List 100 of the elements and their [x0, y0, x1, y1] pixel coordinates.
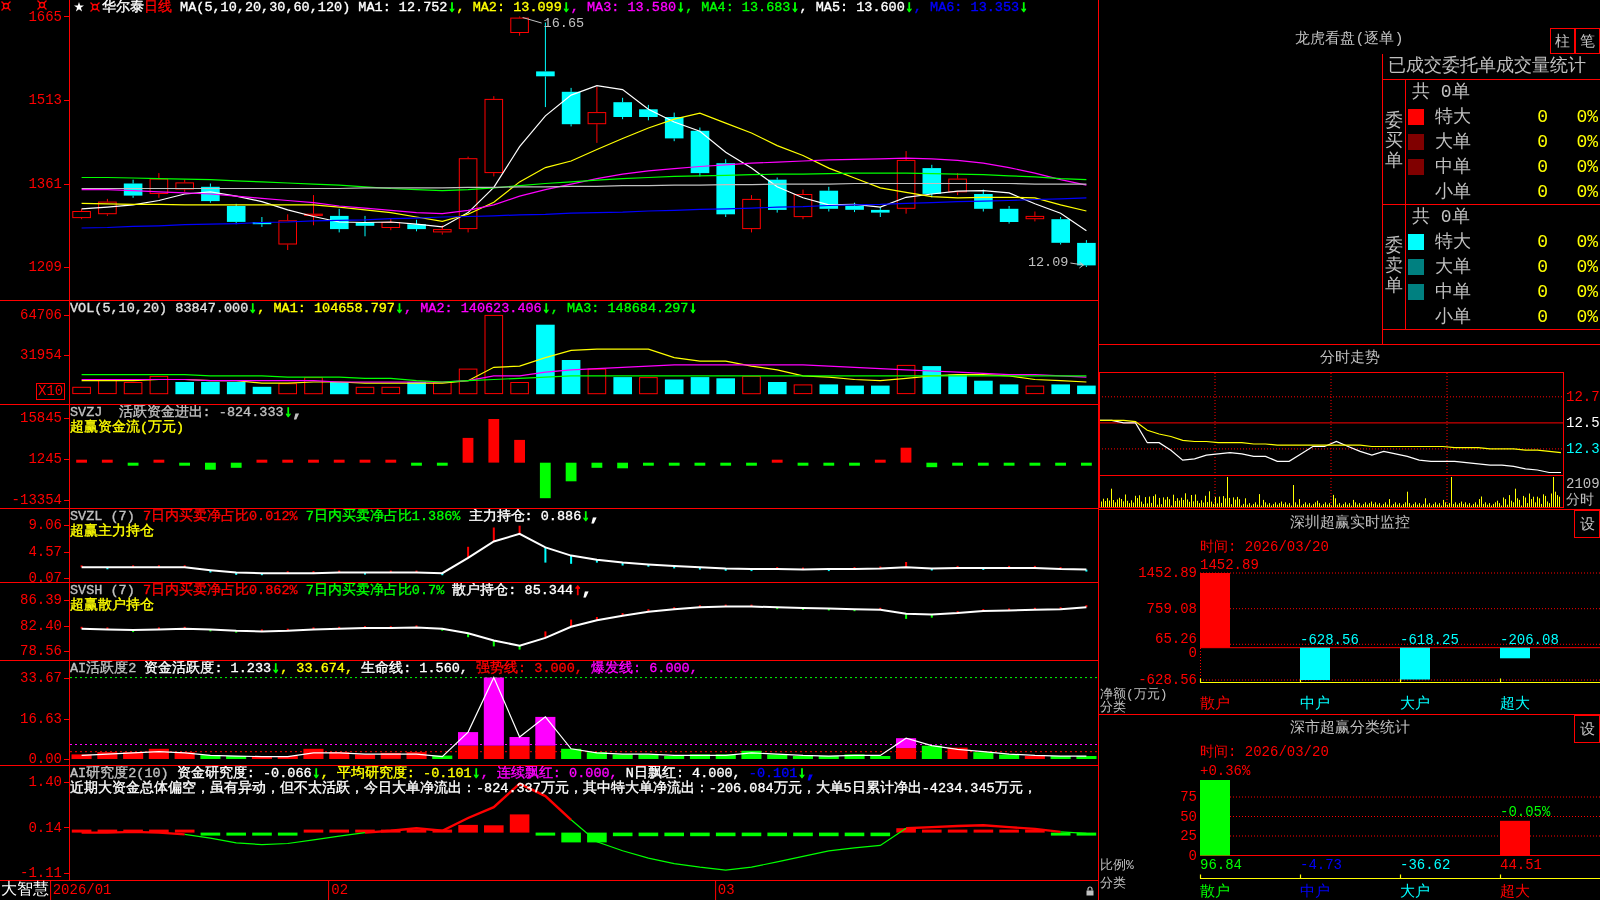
axis-label: 0.07 [28, 571, 62, 585]
value-label: 44.51 [1500, 858, 1542, 872]
date-label: 03 [714, 881, 737, 900]
legend-text: 强势线: 3.000, [475, 661, 583, 676]
unit-label: X10 [36, 383, 66, 400]
legend-text: , MA2: 13.099 [456, 0, 562, 15]
legend-text: ↓ [561, 0, 571, 16]
category-label: 中户 [1300, 697, 1330, 712]
panel-title: 分时走势 [1319, 349, 1380, 368]
legend-text: SVZL (7) [70, 509, 136, 524]
axis-caption: 分时 [1566, 493, 1594, 507]
indicator-title: 超赢主力持仓 [70, 524, 154, 539]
legend-text: VOL(5,10,20) 83847.000 [70, 301, 249, 316]
legend-text: SVSH (7) [70, 583, 136, 598]
axis-label: 78.56 [20, 644, 62, 659]
legend-text: , MA3: 148684.297 [550, 301, 689, 316]
axis-label: 0.00 [28, 752, 62, 766]
order-type: 中单 [1435, 156, 1471, 177]
legend-text: SVZJ 活跃资金进出: -824.333 [70, 405, 284, 420]
axis-label: 25 [1180, 829, 1197, 843]
change-label: +0.36% [1200, 764, 1251, 778]
order-share: 0% [1576, 106, 1598, 127]
order-total: 共 0单 [1412, 82, 1470, 102]
axis-caption: 净额(万元) [1100, 688, 1168, 701]
date-label: 2026/01 [49, 881, 114, 900]
legend-text: ↓ [283, 405, 293, 421]
legend-text: , MA1: 104658.797 [257, 301, 395, 316]
axis-label: 1452.89 [1138, 566, 1197, 580]
legend-text: ↓ [676, 0, 686, 16]
legend-text: ↓ [271, 661, 281, 677]
legend-text: , 33.674, [280, 661, 354, 676]
order-count: 0 [1537, 131, 1548, 152]
axis-label: 1209 [28, 260, 62, 274]
date-label: 02 [328, 881, 351, 900]
order-count: 0 [1537, 106, 1548, 127]
category-label: 散户 [1200, 697, 1230, 712]
legend-text: ↓ [471, 766, 481, 782]
legend-text: ↓ [541, 301, 551, 317]
value-label: -618.25 [1400, 632, 1459, 647]
legend-text: AI研究度2(10) [70, 766, 169, 781]
axis-label: 759.08 [1146, 601, 1197, 616]
order-type: 小单 [1435, 181, 1471, 202]
price-annotation: 12.09 [1027, 256, 1069, 270]
legend-text: , MA2: 140623.406 [404, 301, 542, 316]
order-total: 共 0单 [1412, 207, 1470, 227]
axis-label: 12.7 [1566, 389, 1600, 404]
category-label: 大户 [1400, 885, 1430, 900]
value-label: -628.56 [1300, 632, 1359, 647]
category-label: 散户 [1200, 885, 1230, 900]
indicator-title: 超赢资金流(万元) [70, 420, 185, 435]
axis-label: 1665 [28, 9, 62, 24]
axis-label: 64706 [20, 308, 62, 323]
legend-text: ↓ [1019, 0, 1029, 16]
legend-text: ↓ [447, 0, 457, 16]
panel-title: 龙虎看盘(逐单) [1295, 31, 1404, 49]
order-count: 0 [1537, 181, 1548, 202]
legend-text: ↑ [573, 583, 583, 599]
axis-caption: 分类 [1100, 701, 1126, 714]
axis-label: 50 [1180, 809, 1197, 824]
axis-label: 1.40 [28, 774, 62, 789]
stats-title: 已成交委托单成交量统计 [1388, 56, 1586, 76]
axis-caption: 分类 [1100, 877, 1126, 890]
legend-text: 爆发线: 6.000, [590, 661, 698, 676]
order-share: 0% [1576, 281, 1598, 302]
category-label: 中户 [1300, 885, 1330, 900]
legend-text: 日线 [144, 0, 172, 15]
legend-text: , [582, 583, 592, 599]
axis-label: 2109 [1566, 477, 1600, 491]
side-label: 委卖单 [1385, 237, 1403, 297]
legend-text: -0.101 [747, 766, 798, 781]
legend-text: ↓ [581, 509, 591, 525]
axis-label: 12.3 [1566, 441, 1600, 456]
legend-text: , 平均研究度: -0.101 [320, 766, 472, 781]
legend-text: 资金活跃度: 1.233 [144, 661, 272, 676]
axis-label: 12.5 [1566, 415, 1600, 430]
legend-text: 7日内买卖净占比0.862% [142, 583, 298, 598]
legend-text: AI活跃度2 [70, 661, 138, 676]
panel-title: 深圳超赢实时监控 [1289, 515, 1410, 533]
value-label: -4.73 [1300, 858, 1342, 872]
legend-text: , [590, 509, 600, 525]
value-label: -206.08 [1500, 632, 1559, 647]
order-share: 0% [1576, 156, 1598, 177]
category-label: 超大 [1500, 885, 1530, 900]
date-text: 时间: 2026/03/20 [1200, 539, 1329, 555]
legend-text: , MA5: 13.600 [799, 0, 905, 15]
legend-text: 7日内买卖净占比0.7% [304, 583, 445, 598]
indicator-title: 超赢散户持仓 [70, 598, 154, 613]
order-count: 0 [1537, 231, 1548, 252]
legend-text: 资金研究度: -0.066 [176, 766, 312, 781]
axis-label: 9.06 [28, 518, 62, 533]
order-count: 0 [1537, 281, 1548, 302]
legend-text: , MA4: 13.683 [685, 0, 791, 15]
order-count: 0 [1537, 256, 1548, 277]
legend-text: ↓ [904, 0, 914, 16]
axis-label: 1361 [28, 176, 62, 191]
axis-label: 4.57 [28, 544, 62, 559]
legend-text: ↓ [395, 301, 404, 317]
axis-label: 33.67 [20, 670, 62, 685]
price-annotation: 16.65 [543, 17, 585, 31]
legend-text: , MA3: 13.580 [570, 0, 677, 15]
